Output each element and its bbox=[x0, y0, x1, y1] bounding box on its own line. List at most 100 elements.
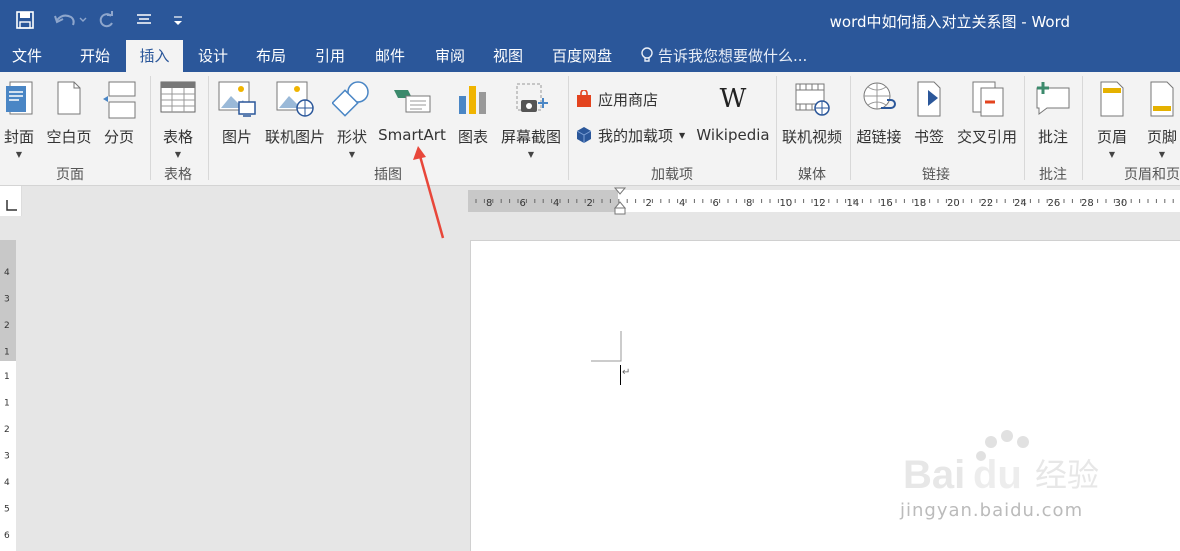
tab-layout[interactable]: 布局 bbox=[244, 40, 298, 72]
comment-icon bbox=[1033, 80, 1073, 122]
menu-lines-icon[interactable] bbox=[133, 9, 155, 31]
page-break-button[interactable]: 分页 bbox=[100, 78, 138, 158]
header-button[interactable]: 页眉 ▼ bbox=[1090, 78, 1134, 159]
wikipedia-button[interactable]: W Wikipedia bbox=[696, 78, 770, 158]
chevron-down-icon: ▼ bbox=[679, 130, 686, 140]
tab-mailings[interactable]: 邮件 bbox=[362, 40, 418, 72]
tell-me-search[interactable]: 告诉我您想要做什么... bbox=[640, 40, 807, 72]
online-video-label: 联机视频 bbox=[781, 128, 842, 146]
ruler-tick-label: 1 bbox=[4, 372, 10, 382]
ruler-tick-label: 8 bbox=[746, 198, 752, 209]
table-button[interactable]: 表格 ▼ bbox=[155, 78, 201, 159]
ruler-tick-label: 4 bbox=[553, 198, 559, 209]
ruler-tick-label: 1 bbox=[4, 348, 10, 358]
bookmark-label: 书签 bbox=[913, 128, 944, 146]
customize-quick-access-icon[interactable] bbox=[170, 9, 186, 31]
shapes-button[interactable]: 形状 ▼ bbox=[330, 78, 374, 159]
undo-icon[interactable] bbox=[52, 9, 88, 31]
lightbulb-icon bbox=[641, 47, 653, 62]
chevron-down-icon: ▼ bbox=[1108, 150, 1116, 159]
comments-group-label: 批注 bbox=[1039, 167, 1067, 183]
ruler-tick-label: 3 bbox=[4, 295, 10, 305]
ruler-tick-label: 2 bbox=[646, 198, 652, 209]
group-separator bbox=[850, 76, 851, 180]
tab-home[interactable]: 开始 bbox=[66, 40, 124, 72]
ruler-tick-label: 2 bbox=[587, 198, 593, 209]
left-tab-stop-icon bbox=[6, 200, 17, 211]
cross-reference-button[interactable]: 交叉引用 bbox=[954, 78, 1020, 158]
table-label: 表格 bbox=[162, 128, 193, 146]
ribbon: 封面 ▼ 空白页 分页 页面 表格 ▼ 表格 图片 联机图片 形状 ▼ Smar… bbox=[0, 72, 1180, 186]
screenshot-label: 屏幕截图 bbox=[500, 128, 561, 146]
screenshot-button[interactable]: 屏幕截图 ▼ bbox=[498, 78, 564, 159]
save-icon[interactable] bbox=[14, 9, 36, 31]
store-icon bbox=[577, 90, 591, 107]
margin-crop-mark bbox=[591, 331, 622, 362]
media-group-label: 媒体 bbox=[798, 167, 826, 183]
window-title: word中如何插入对立关系图 - Word bbox=[829, 13, 1070, 31]
group-separator bbox=[776, 76, 777, 180]
ruler-tick-label: 2 bbox=[4, 321, 10, 331]
my-addins-button[interactable]: 我的加载项 ▼ bbox=[576, 122, 685, 148]
picture-label: 图片 bbox=[221, 128, 252, 146]
vertical-ruler[interactable]: 432111234567 bbox=[0, 240, 16, 551]
cross-reference-icon bbox=[967, 80, 1007, 122]
ruler-tick-label: 2 bbox=[4, 425, 10, 435]
chevron-down-icon: ▼ bbox=[174, 150, 182, 159]
ruler-tick-label: 6 bbox=[713, 198, 719, 209]
tab-references[interactable]: 引用 bbox=[302, 40, 358, 72]
tab-insert[interactable]: 插入 bbox=[126, 40, 183, 72]
blank-page-button[interactable]: 空白页 bbox=[44, 78, 94, 158]
addins-group-label: 加载项 bbox=[651, 167, 693, 183]
online-video-icon bbox=[792, 80, 832, 122]
tab-baidu-netdisk[interactable]: 百度网盘 bbox=[540, 40, 624, 72]
online-pictures-button[interactable]: 联机图片 bbox=[262, 78, 328, 158]
ruler-tick-label: 4 bbox=[679, 198, 685, 209]
online-video-button[interactable]: 联机视频 bbox=[780, 78, 844, 158]
ruler-tick-label: 30 bbox=[1115, 198, 1128, 209]
hyperlink-button[interactable]: 超链接 bbox=[854, 78, 904, 158]
page-break-icon bbox=[101, 80, 137, 124]
ruler-tick-label: 20 bbox=[947, 198, 960, 209]
annotation-arrow bbox=[413, 146, 445, 239]
group-separator bbox=[1082, 76, 1083, 180]
bookmark-button[interactable]: 书签 bbox=[908, 78, 950, 158]
store-button[interactable]: 应用商店 bbox=[576, 86, 658, 112]
chevron-down-icon: ▼ bbox=[527, 150, 535, 159]
tell-me-text: 告诉我您想要做什么... bbox=[658, 47, 808, 65]
tab-view[interactable]: 视图 bbox=[480, 40, 536, 72]
tab-review[interactable]: 审阅 bbox=[422, 40, 478, 72]
ruler-ticks: 8 6 4 2 2 4 6 8 10 12 14 16 18 20 22 24 26 28 30 bbox=[475, 198, 1174, 209]
comment-button[interactable]: 批注 bbox=[1030, 78, 1076, 158]
ruler-tick-label: 6 bbox=[520, 198, 526, 209]
tab-file[interactable]: 文件 bbox=[0, 40, 54, 72]
cover-page-label: 封面 bbox=[3, 128, 34, 146]
redo-icon[interactable] bbox=[95, 9, 117, 31]
horizontal-ruler[interactable]: 8 6 4 2 2 4 6 8 10 12 14 16 18 20 22 24 26 28 30 bbox=[468, 187, 1180, 215]
paragraph-mark-icon: ↵ bbox=[622, 367, 631, 378]
tab-selector[interactable] bbox=[0, 186, 22, 216]
indent-marker-icon[interactable] bbox=[613, 186, 627, 216]
ruler-tick-label: 8 bbox=[486, 198, 492, 209]
ruler-tick-label: 3 bbox=[4, 452, 10, 462]
screenshot-icon bbox=[511, 80, 551, 122]
ruler-tick-label: 1 bbox=[4, 399, 10, 409]
ruler-ticks: 432111234567 bbox=[4, 268, 10, 541]
smartart-icon bbox=[390, 80, 434, 122]
ruler-tick-label: 24 bbox=[1014, 198, 1027, 209]
chevron-down-icon: ▼ bbox=[1158, 150, 1166, 159]
tab-design[interactable]: 设计 bbox=[186, 40, 240, 72]
picture-button[interactable]: 图片 bbox=[214, 78, 260, 158]
ruler-tick-label: 22 bbox=[981, 198, 994, 209]
footer-label: 页脚 bbox=[1146, 128, 1177, 146]
hyperlink-icon bbox=[859, 80, 899, 122]
ruler-tick-label: 6 bbox=[4, 531, 10, 541]
online-pictures-label: 联机图片 bbox=[264, 128, 325, 146]
chevron-down-icon: ▼ bbox=[15, 150, 23, 159]
cover-page-button[interactable]: 封面 ▼ bbox=[0, 78, 38, 159]
wikipedia-label: Wikipedia bbox=[696, 126, 770, 144]
my-addins-label: 我的加载项 bbox=[598, 126, 674, 145]
group-separator bbox=[568, 76, 569, 180]
svg-text:经验: 经验 bbox=[1035, 456, 1099, 494]
footer-button[interactable]: 页脚 ▼ bbox=[1140, 78, 1180, 159]
